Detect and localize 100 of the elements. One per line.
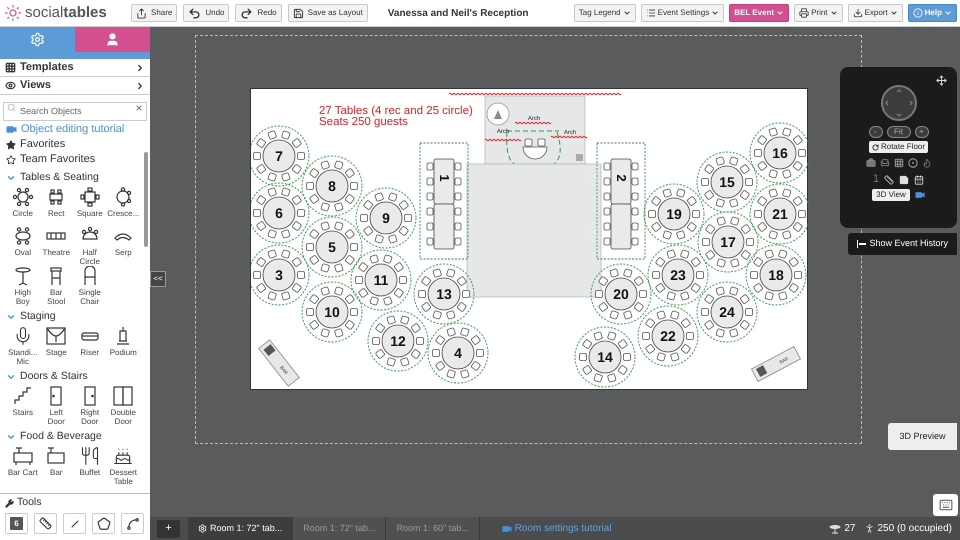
favorites-item[interactable]: Team Favorites [20,151,96,168]
object-item[interactable]: Half Circle [73,226,106,266]
briefcase-icon[interactable] [866,158,876,168]
object-item[interactable]: Single Chair [73,266,106,306]
object-item[interactable]: Stage [40,326,73,366]
object-item[interactable]: Left Door [40,386,73,426]
object-item[interactable]: High Boy [6,266,40,306]
object-item[interactable]: Theatre [40,226,73,266]
chair-icon[interactable] [880,158,890,168]
tool-button[interactable]: 6 [5,513,28,534]
object-item[interactable]: Square [73,187,106,226]
object-item[interactable]: Standi... Mic [6,326,40,366]
gear-icon [30,32,45,47]
menu-button[interactable]: Export [848,4,903,22]
printer-icon [799,8,810,18]
section-header[interactable]: Templates [0,59,150,77]
round-table[interactable]: 22 [638,306,698,366]
category-header[interactable]: Food & Beverage [20,429,102,445]
ruler-icon [39,517,52,530]
caret-icon [776,9,784,17]
sidebar-tab[interactable] [0,27,75,52]
rect-table[interactable]: 1 [420,142,468,260]
round-table[interactable]: 11 [350,250,412,310]
menu-button[interactable]: Tag Legend [574,4,636,22]
calendar-icon[interactable] [914,174,924,184]
object-item[interactable]: Bar Stool [40,266,73,306]
round-table[interactable]: 12 [368,310,428,372]
round-table[interactable]: 5 [302,216,362,278]
pan-control[interactable] [880,85,916,121]
keyboard-button[interactable] [933,494,958,516]
tool-button[interactable] [34,513,57,534]
object-item[interactable]: Double Door [106,386,140,426]
object-item[interactable]: Podium [106,326,140,366]
rect-table[interactable]: 2 [596,142,646,260]
zoom-in-button[interactable]: + [914,126,928,138]
category-header[interactable]: Staging [20,309,56,325]
round-table[interactable]: 18 [746,244,806,306]
toolbar-button[interactable]: Undo [183,4,230,22]
object-item[interactable]: Stairs [6,386,40,426]
round-table[interactable]: 24 [696,282,758,342]
round-table[interactable]: 9 [356,188,416,248]
video-icon[interactable] [914,190,925,200]
round-table[interactable]: 19 [644,184,704,244]
sidebar-tab[interactable] [75,27,150,52]
caret-icon [622,9,631,17]
floor-number[interactable]: 1 [872,174,880,185]
object-item[interactable]: Right Door [73,386,106,426]
add-room-button[interactable]: + [157,520,180,538]
3d-view-button[interactable]: 3D View [872,189,910,201]
toolbar-button[interactable]: Redo [235,4,282,22]
round-table[interactable]: 3 [251,244,310,306]
object-item[interactable]: Cresce... [106,187,140,226]
object-item[interactable]: Bar Cart [6,446,40,486]
3d-preview-button[interactable]: 3D Preview [888,423,957,450]
round-table[interactable]: 6 [251,182,310,244]
round-table[interactable]: 21 [750,184,809,244]
event-history-button[interactable]: Show Event History [848,233,957,255]
round-table[interactable]: 14 [574,326,636,388]
category-header[interactable]: Doors & Stairs [20,369,88,385]
wrench-icon [5,498,14,508]
object-item[interactable]: Serp [106,226,140,266]
round-table[interactable]: 23 [648,244,708,306]
section-header[interactable]: Views [0,77,150,95]
rotate-floor-button[interactable]: Rotate Floor [868,141,928,153]
object-item[interactable]: Riser [73,326,106,366]
round-table[interactable]: 8 [302,156,362,216]
round-table[interactable]: 20 [590,264,652,324]
round-table[interactable]: 16 [750,122,809,184]
object-item[interactable]: Circle [6,187,40,226]
eye-icon [5,80,16,91]
object-item[interactable]: Dessert Table [106,446,140,486]
collapse-button[interactable]: << [150,271,166,287]
round-table[interactable]: 10 [302,282,362,342]
grid-icon[interactable] [894,158,904,168]
circle-icon[interactable] [908,158,918,168]
flame-icon[interactable] [922,158,932,168]
menu-button[interactable]: Print [794,4,843,22]
round-table[interactable]: 15 [696,152,758,212]
toolbar-button[interactable]: Save as Layout [288,4,368,22]
search-field[interactable]: Search Objects [3,102,147,120]
tool-button[interactable] [92,513,115,534]
round-table[interactable]: 7 [251,126,310,186]
object-item[interactable]: Bar [40,446,73,486]
fit-button[interactable]: Fit [886,126,910,138]
favorites-item[interactable]: Favorites [20,136,66,153]
round-table[interactable]: 4 [428,322,488,384]
toolbar-button[interactable]: Share [131,4,178,22]
tool-button[interactable] [121,513,144,534]
object-item[interactable]: Oval [6,226,40,266]
zoom-out-button[interactable]: - [868,126,882,138]
ruler-icon[interactable] [884,174,894,184]
category-header[interactable]: Tables & Seating [20,170,99,186]
note-icon[interactable] [899,174,910,184]
object-item[interactable]: Buffet [73,446,106,486]
room-tab[interactable]: Room 1: 72" tab... [188,517,294,540]
round-table[interactable]: 17 [698,212,758,272]
round-table[interactable]: 13 [414,264,474,324]
menu-button[interactable]: Event Settings [640,4,724,22]
menu-button[interactable]: BEL Event [729,4,790,22]
object-item[interactable]: Rect [40,187,73,226]
